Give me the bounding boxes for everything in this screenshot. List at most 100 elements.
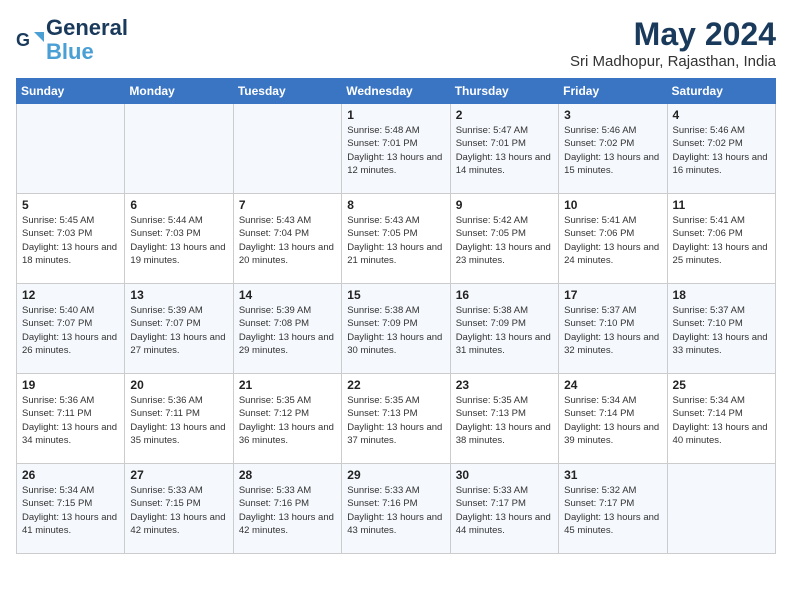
weekday-header-friday: Friday <box>559 79 667 104</box>
calendar-cell: 24Sunrise: 5:34 AM Sunset: 7:14 PM Dayli… <box>559 374 667 464</box>
cell-info: Sunrise: 5:45 AM Sunset: 7:03 PM Dayligh… <box>22 214 119 267</box>
logo-text: General Blue <box>46 16 128 64</box>
calendar-week-5: 26 Sunrise: 5:34 AM Sunset: 7:15 PM Dayli… <box>17 464 776 554</box>
day-number: 28 <box>239 468 336 482</box>
cell-info: Sunrise: 5:37 AM Sunset: 7:10 PM Dayligh… <box>564 304 661 357</box>
day-number: 23 <box>456 378 553 392</box>
calendar-week-3: 12 Sunrise: 5:40 AM Sunset: 7:07 PM Dayli… <box>17 284 776 374</box>
calendar-cell: 15 Sunrise: 5:38 AM Sunset: 7:09 PM Dayli… <box>342 284 450 374</box>
calendar-cell: 14 Sunrise: 5:39 AM Sunset: 7:08 PM Dayli… <box>233 284 341 374</box>
day-number: 15 <box>347 288 444 302</box>
logo-line1: General <box>46 16 128 40</box>
cell-info: Sunrise: 5:36 AM Sunset: 7:11 PM Dayligh… <box>130 394 227 447</box>
calendar-cell <box>667 464 775 554</box>
cell-info: Sunrise: 5:43 AM Sunset: 7:04 PM Dayligh… <box>239 214 336 267</box>
calendar-cell: 28 Sunrise: 5:33 AM Sunset: 7:16 PM Dayli… <box>233 464 341 554</box>
cell-info: Sunrise: 5:35 AM Sunset: 7:12 PM Dayligh… <box>239 394 336 447</box>
calendar-cell <box>125 104 233 194</box>
cell-info: Sunrise: 5:38 AM Sunset: 7:09 PM Dayligh… <box>456 304 553 357</box>
cell-info: Sunrise: 5:41 AM Sunset: 7:06 PM Dayligh… <box>564 214 661 267</box>
calendar-cell: 21Sunrise: 5:35 AM Sunset: 7:12 PM Dayli… <box>233 374 341 464</box>
day-number: 27 <box>130 468 227 482</box>
day-number: 31 <box>564 468 661 482</box>
day-number: 13 <box>130 288 227 302</box>
calendar-cell: 5 Sunrise: 5:45 AM Sunset: 7:03 PM Daylig… <box>17 194 125 284</box>
day-number: 4 <box>673 108 770 122</box>
calendar-cell: 31 Sunrise: 5:32 AM Sunset: 7:17 PM Dayli… <box>559 464 667 554</box>
day-number: 16 <box>456 288 553 302</box>
svg-text:G: G <box>16 30 30 50</box>
cell-info: Sunrise: 5:33 AM Sunset: 7:15 PM Dayligh… <box>130 484 227 537</box>
calendar-cell: 20 Sunrise: 5:36 AM Sunset: 7:11 PM Dayli… <box>125 374 233 464</box>
calendar-cell: 4 Sunrise: 5:46 AM Sunset: 7:02 PM Daylig… <box>667 104 775 194</box>
day-number: 11 <box>673 198 770 212</box>
weekday-header-monday: Monday <box>125 79 233 104</box>
cell-info: Sunrise: 5:33 AM Sunset: 7:16 PM Dayligh… <box>347 484 444 537</box>
day-number: 12 <box>22 288 119 302</box>
calendar-cell: 11Sunrise: 5:41 AM Sunset: 7:06 PM Dayli… <box>667 194 775 284</box>
logo-line2: Blue <box>46 39 94 64</box>
day-number: 9 <box>456 198 553 212</box>
day-number: 26 <box>22 468 119 482</box>
month-year: May 2024 <box>570 16 776 53</box>
day-number: 29 <box>347 468 444 482</box>
day-number: 7 <box>239 198 336 212</box>
calendar-cell <box>233 104 341 194</box>
cell-info: Sunrise: 5:42 AM Sunset: 7:05 PM Dayligh… <box>456 214 553 267</box>
cell-info: Sunrise: 5:38 AM Sunset: 7:09 PM Dayligh… <box>347 304 444 357</box>
header: G General Blue May 2024 Sri Madhopur, Ra… <box>16 16 776 70</box>
cell-info: Sunrise: 5:39 AM Sunset: 7:07 PM Dayligh… <box>130 304 227 357</box>
cell-info: Sunrise: 5:46 AM Sunset: 7:02 PM Dayligh… <box>673 124 770 177</box>
day-number: 6 <box>130 198 227 212</box>
day-number: 25 <box>673 378 770 392</box>
cell-info: Sunrise: 5:33 AM Sunset: 7:16 PM Dayligh… <box>239 484 336 537</box>
cell-info: Sunrise: 5:40 AM Sunset: 7:07 PM Dayligh… <box>22 304 119 357</box>
cell-info: Sunrise: 5:33 AM Sunset: 7:17 PM Dayligh… <box>456 484 553 537</box>
calendar-cell: 2Sunrise: 5:47 AM Sunset: 7:01 PM Daylig… <box>450 104 558 194</box>
day-number: 17 <box>564 288 661 302</box>
cell-info: Sunrise: 5:39 AM Sunset: 7:08 PM Dayligh… <box>239 304 336 357</box>
cell-info: Sunrise: 5:34 AM Sunset: 7:14 PM Dayligh… <box>673 394 770 447</box>
calendar-cell: 30 Sunrise: 5:33 AM Sunset: 7:17 PM Dayli… <box>450 464 558 554</box>
cell-info: Sunrise: 5:35 AM Sunset: 7:13 PM Dayligh… <box>456 394 553 447</box>
logo-icon: G <box>16 26 44 54</box>
cell-info: Sunrise: 5:47 AM Sunset: 7:01 PM Dayligh… <box>456 124 553 177</box>
calendar-cell: 9 Sunrise: 5:42 AM Sunset: 7:05 PM Daylig… <box>450 194 558 284</box>
weekday-header-thursday: Thursday <box>450 79 558 104</box>
calendar-cell: 1Sunrise: 5:48 AM Sunset: 7:01 PM Daylig… <box>342 104 450 194</box>
day-number: 30 <box>456 468 553 482</box>
day-number: 14 <box>239 288 336 302</box>
weekday-header-tuesday: Tuesday <box>233 79 341 104</box>
day-number: 3 <box>564 108 661 122</box>
weekday-header-saturday: Saturday <box>667 79 775 104</box>
calendar-cell: 27 Sunrise: 5:33 AM Sunset: 7:15 PM Dayli… <box>125 464 233 554</box>
calendar-cell: 13 Sunrise: 5:39 AM Sunset: 7:07 PM Dayli… <box>125 284 233 374</box>
cell-info: Sunrise: 5:48 AM Sunset: 7:01 PM Dayligh… <box>347 124 444 177</box>
cell-info: Sunrise: 5:34 AM Sunset: 7:15 PM Dayligh… <box>22 484 119 537</box>
cell-info: Sunrise: 5:32 AM Sunset: 7:17 PM Dayligh… <box>564 484 661 537</box>
cell-info: Sunrise: 5:37 AM Sunset: 7:10 PM Dayligh… <box>673 304 770 357</box>
day-number: 10 <box>564 198 661 212</box>
day-number: 5 <box>22 198 119 212</box>
calendar-cell: 16 Sunrise: 5:38 AM Sunset: 7:09 PM Dayli… <box>450 284 558 374</box>
calendar-cell: 7 Sunrise: 5:43 AM Sunset: 7:04 PM Daylig… <box>233 194 341 284</box>
weekday-header-sunday: Sunday <box>17 79 125 104</box>
calendar-cell: 6Sunrise: 5:44 AM Sunset: 7:03 PM Daylig… <box>125 194 233 284</box>
day-number: 18 <box>673 288 770 302</box>
day-number: 22 <box>347 378 444 392</box>
calendar-cell: 18 Sunrise: 5:37 AM Sunset: 7:10 PM Dayli… <box>667 284 775 374</box>
day-number: 20 <box>130 378 227 392</box>
calendar-cell: 12 Sunrise: 5:40 AM Sunset: 7:07 PM Dayli… <box>17 284 125 374</box>
logo: G General Blue <box>16 16 128 64</box>
calendar-cell: 26 Sunrise: 5:34 AM Sunset: 7:15 PM Dayli… <box>17 464 125 554</box>
day-number: 8 <box>347 198 444 212</box>
calendar-cell: 8Sunrise: 5:43 AM Sunset: 7:05 PM Daylig… <box>342 194 450 284</box>
cell-info: Sunrise: 5:36 AM Sunset: 7:11 PM Dayligh… <box>22 394 119 447</box>
calendar-week-2: 5 Sunrise: 5:45 AM Sunset: 7:03 PM Daylig… <box>17 194 776 284</box>
cell-info: Sunrise: 5:34 AM Sunset: 7:14 PM Dayligh… <box>564 394 661 447</box>
calendar-cell <box>17 104 125 194</box>
title-area: May 2024 Sri Madhopur, Rajasthan, India <box>570 16 776 70</box>
calendar-body: 1Sunrise: 5:48 AM Sunset: 7:01 PM Daylig… <box>17 104 776 554</box>
day-number: 19 <box>22 378 119 392</box>
calendar-week-1: 1Sunrise: 5:48 AM Sunset: 7:01 PM Daylig… <box>17 104 776 194</box>
